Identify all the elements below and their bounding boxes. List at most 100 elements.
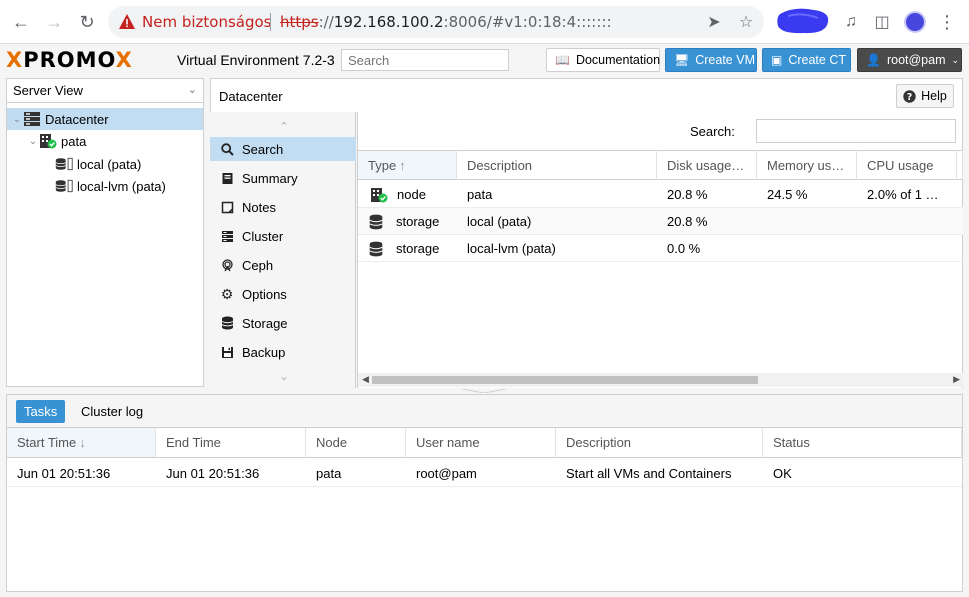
security-label[interactable]: Nem biztonságos (142, 13, 271, 31)
backup-icon (220, 345, 234, 359)
column-header-node[interactable]: Node (306, 428, 406, 458)
desktop-icon: 🖥 (674, 53, 690, 67)
url-rest: :8006/#v1:0:18:4::::::: (443, 13, 612, 31)
cluster-icon (220, 229, 234, 243)
book-icon (220, 171, 234, 185)
global-search-input[interactable] (341, 49, 509, 71)
table-row[interactable]: storage local-lvm (pata) 0.0 % (358, 235, 963, 262)
config-nav: ⌃ Search Summary Notes Cluster Ceph ⚙ Op… (210, 112, 356, 388)
scrollbar-thumb[interactable] (372, 376, 758, 384)
column-header-start-time[interactable]: Start Time ↓ (7, 428, 156, 458)
tree-item-datacenter[interactable]: ⌄ Datacenter (7, 108, 203, 130)
node-online-icon (371, 187, 388, 202)
nav-item-storage[interactable]: Storage (210, 311, 356, 335)
grid-search-label: Search: (690, 124, 735, 139)
column-header-type[interactable]: Type ↑ (358, 150, 457, 180)
column-header-status[interactable]: Status (763, 428, 962, 458)
warning-icon[interactable] (118, 13, 136, 31)
column-header-filler (957, 150, 963, 180)
scroll-right-icon[interactable]: ▶ (953, 374, 960, 385)
column-header-description[interactable]: Description (457, 150, 657, 180)
sidepanel-icon[interactable]: ◫ (871, 11, 893, 33)
datacenter-icon (24, 112, 40, 126)
column-header-description[interactable]: Description (556, 428, 763, 458)
star-icon[interactable]: ☆ (736, 12, 756, 32)
extension-icon[interactable] (774, 6, 832, 36)
view-selector[interactable]: Server View ⌄ (7, 79, 203, 103)
scroll-up-icon[interactable]: ⌃ (276, 120, 292, 133)
page-title: Datacenter (219, 89, 283, 104)
storage-icon (55, 157, 73, 171)
user-icon: 👤 (866, 53, 881, 67)
nav-item-options[interactable]: ⚙ Options (210, 282, 356, 306)
splitter-handle-icon[interactable] (462, 389, 506, 393)
notes-icon (220, 200, 234, 214)
documentation-button[interactable]: 📖 Documentation (546, 48, 660, 72)
tree-item-node[interactable]: ⌄ pata (7, 130, 203, 152)
profile-icon[interactable] (904, 11, 926, 33)
sort-desc-icon: ↓ (79, 435, 86, 450)
back-icon[interactable]: ← (9, 10, 33, 34)
horizontal-scrollbar[interactable]: ◀ ▶ (358, 373, 963, 387)
url-scheme-suffix: :// (318, 13, 334, 31)
resource-grid: Search: Type ↑ Description Disk usage… Me… (357, 112, 963, 388)
reload-icon[interactable]: ↻ (75, 10, 99, 34)
help-button[interactable]: ? Help (896, 84, 954, 108)
column-header-memory[interactable]: Memory us… (757, 150, 857, 180)
storage-icon (55, 179, 73, 193)
column-header-disk[interactable]: Disk usage… (657, 150, 757, 180)
media-icon[interactable]: ♫ (840, 11, 862, 33)
menu-icon[interactable]: ⋮ (936, 11, 958, 33)
search-icon (220, 142, 234, 156)
address-bar[interactable]: Nem biztonságos https://192.168.100.2:80… (108, 6, 764, 38)
table-row[interactable]: Jun 01 20:51:36 Jun 01 20:51:36 pata roo… (7, 459, 962, 487)
send-icon[interactable]: ➤ (704, 12, 724, 32)
scroll-down-icon[interactable]: ⌄ (276, 370, 292, 383)
cube-icon: ▣ (771, 53, 783, 67)
chevron-down-icon[interactable]: ⌄ (188, 83, 197, 96)
log-panel: Tasks Cluster log Start Time ↓ End Time N… (6, 394, 963, 592)
nav-item-ceph[interactable]: Ceph (210, 253, 356, 277)
nav-item-backup[interactable]: Backup (210, 340, 356, 364)
pve-header: XPROMOX Virtual Environment 7.2-3 📖 Docu… (0, 44, 969, 76)
create-vm-button[interactable]: 🖥 Create VM (665, 48, 757, 72)
collapse-icon[interactable]: ⌄ (11, 114, 23, 125)
tab-cluster-log[interactable]: Cluster log (73, 400, 151, 423)
create-ct-button[interactable]: ▣ Create CT (762, 48, 851, 72)
nav-item-notes[interactable]: Notes (210, 195, 356, 219)
grid-search-input[interactable] (756, 119, 956, 143)
gear-icon: ⚙ (220, 285, 234, 302)
resource-tree: Server View ⌄ ⌄ Datacenter ⌄ pata local … (6, 78, 204, 387)
url-scheme: https (280, 13, 319, 31)
forward-icon[interactable]: → (42, 10, 66, 34)
url-host: 192.168.100.2 (333, 13, 444, 31)
url-text[interactable]: https://192.168.100.2:8006/#v1:0:18:4:::… (280, 13, 612, 31)
storage-icon (369, 214, 383, 229)
sort-asc-icon: ↑ (399, 157, 406, 173)
version-label: Virtual Environment 7.2-3 (177, 52, 335, 68)
log-tabbar: Tasks Cluster log (7, 395, 962, 428)
browser-toolbar: ← → ↻ Nem biztonságos https://192.168.10… (0, 0, 969, 44)
column-header-cpu[interactable]: CPU usage (857, 150, 957, 180)
tree-item-storage-local[interactable]: local (pata) (7, 153, 203, 175)
column-header-end-time[interactable]: End Time (156, 428, 306, 458)
ceph-icon (220, 258, 234, 272)
tree-item-storage-local-lvm[interactable]: local-lvm (pata) (7, 175, 203, 197)
table-row[interactable]: node pata 20.8 % 24.5 % 2.0% of 1 … (358, 181, 963, 208)
nav-item-summary[interactable]: Summary (210, 166, 356, 190)
column-header-user[interactable]: User name (406, 428, 556, 458)
node-online-icon (40, 134, 57, 149)
proxmox-logo[interactable]: XPROMOX (6, 48, 133, 72)
collapse-icon[interactable]: ⌄ (27, 136, 39, 147)
database-icon (220, 316, 234, 330)
storage-icon (369, 241, 383, 256)
nav-item-cluster[interactable]: Cluster (210, 224, 356, 248)
scroll-left-icon[interactable]: ◀ (362, 374, 369, 385)
table-row[interactable]: storage local (pata) 20.8 % (358, 208, 963, 235)
nav-item-search[interactable]: Search (210, 137, 356, 161)
tab-tasks[interactable]: Tasks (16, 400, 66, 423)
user-menu-button[interactable]: 👤 root@pam ⌄ (857, 48, 962, 72)
question-icon: ? (903, 89, 916, 103)
omnibox-divider (270, 13, 271, 31)
book-icon: 📖 (555, 53, 570, 67)
